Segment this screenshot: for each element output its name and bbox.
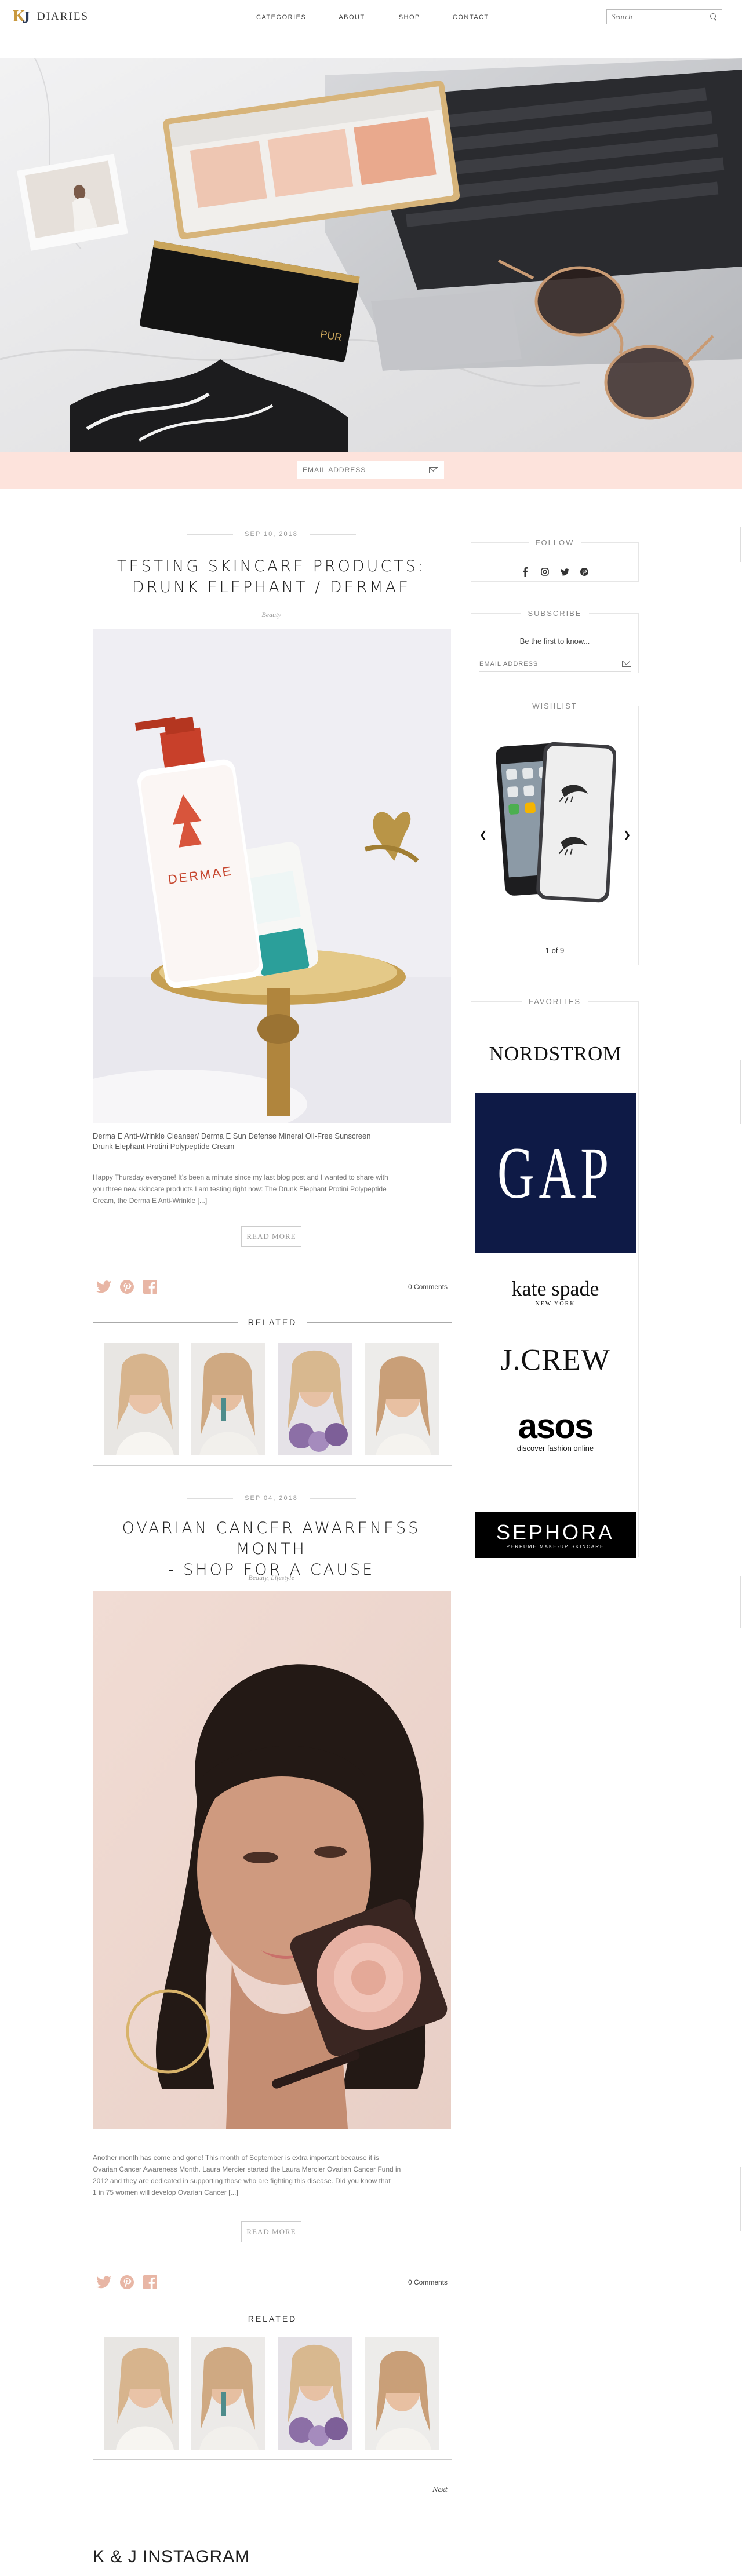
wishlist-widget: WISHLIST ❮ ❯ 1 of 9 <box>471 702 639 965</box>
nav-categories[interactable]: CATEGORIES <box>256 14 306 21</box>
favorites-widget: FAVORITES NORDSTROM GAP kate spade NEW Y… <box>471 997 639 1558</box>
related-thumb[interactable] <box>365 1343 439 1455</box>
post-image[interactable] <box>93 1591 451 2129</box>
post-date: SEP 10, 2018 <box>92 531 451 538</box>
related-thumb[interactable] <box>191 2337 265 2450</box>
comments-link[interactable]: 0 Comments <box>408 1283 448 1291</box>
scroll-marker <box>740 2167 741 2231</box>
post-category[interactable]: Beauty <box>92 611 451 619</box>
facebook-icon[interactable] <box>143 2275 158 2290</box>
related-posts <box>104 1343 452 1455</box>
gap-logo[interactable]: GAP <box>475 1093 636 1253</box>
twitter-icon[interactable] <box>96 2275 111 2290</box>
envelope-icon[interactable] <box>622 661 631 667</box>
share-buttons <box>96 1279 166 1294</box>
read-more-button[interactable]: READ MORE <box>241 2221 301 2242</box>
main-nav: CATEGORIES ABOUT SHOP CONTACT <box>256 14 489 21</box>
post-image-caption: Derma E Anti-Wrinkle Cleanser/ Derma E S… <box>93 1132 371 1151</box>
pinterest-icon[interactable] <box>119 2275 134 2290</box>
related-thumb[interactable] <box>365 2337 439 2450</box>
share-buttons <box>96 2275 166 2290</box>
site-logo[interactable]: K J DIARIES <box>13 8 89 27</box>
search-icon[interactable] <box>710 13 717 20</box>
nav-about[interactable]: ABOUT <box>339 14 365 21</box>
logo-mark: K J <box>13 8 35 27</box>
instagram-icon[interactable] <box>539 566 551 578</box>
post-title[interactable]: TESTING SKINCARE PRODUCTS: DRUNK ELEPHAN… <box>92 556 451 598</box>
logo-text: DIARIES <box>37 10 89 23</box>
search-input[interactable] <box>612 12 710 21</box>
carousel-prev-icon[interactable]: ❮ <box>479 829 487 841</box>
facebook-icon[interactable] <box>519 566 531 578</box>
post-date: SEP 04, 2018 <box>92 1495 451 1502</box>
email-signup-band <box>0 452 742 489</box>
katespade-logo[interactable]: kate spade NEW YORK <box>475 1259 636 1324</box>
site-header: K J DIARIES CATEGORIES ABOUT SHOP CONTAC… <box>0 0 742 36</box>
asos-logo[interactable]: asos discover fashion online <box>475 1402 636 1460</box>
read-more-button[interactable]: READ MORE <box>241 1226 301 1247</box>
follow-widget: FOLLOW <box>471 538 639 582</box>
post-divider <box>93 2459 452 2460</box>
sephora-logo[interactable]: SEPHORA PERFUME MAKE-UP SKINCARE <box>475 1512 636 1558</box>
pinterest-icon[interactable] <box>579 566 590 578</box>
scroll-marker <box>740 1060 741 1124</box>
carousel-counter: 1 of 9 <box>545 946 565 955</box>
subscribe-widget: SUBSCRIBE Be the first to know... <box>471 609 639 673</box>
subscribe-email-input[interactable] <box>479 660 622 667</box>
jcrew-logo[interactable]: J.CREW <box>475 1333 636 1386</box>
twitter-icon[interactable] <box>96 1279 111 1294</box>
search-box <box>606 9 722 24</box>
widget-title: FOLLOW <box>471 538 638 547</box>
related-thumb[interactable] <box>191 1343 265 1455</box>
post-divider <box>93 1465 452 1466</box>
nav-shop[interactable]: SHOP <box>399 14 420 21</box>
envelope-icon[interactable] <box>429 466 438 473</box>
next-page-link[interactable]: Next <box>432 2486 448 2495</box>
post-category[interactable]: Beauty, Lifestyle <box>92 1574 451 1582</box>
email-signup-box <box>297 461 444 479</box>
related-posts <box>104 2337 452 2450</box>
carousel-next-icon[interactable]: ❯ <box>623 829 631 841</box>
related-thumb[interactable] <box>278 2337 352 2450</box>
pinterest-icon[interactable] <box>119 1279 134 1294</box>
scroll-marker <box>740 527 741 562</box>
subscribe-text: Be the first to know... <box>519 637 590 645</box>
widget-title: SUBSCRIBE <box>471 609 638 618</box>
twitter-icon[interactable] <box>559 566 570 578</box>
social-icons <box>471 566 638 578</box>
related-thumb[interactable] <box>104 2337 179 2450</box>
related-header: RELATED <box>93 2314 453 2323</box>
subscribe-form <box>479 656 631 672</box>
post-excerpt: Happy Thursday everyone! It's been a min… <box>93 1173 388 1205</box>
hero-image: PUR <box>0 58 742 452</box>
post-excerpt: Another month has come and gone! This mo… <box>93 2154 401 2196</box>
related-thumb[interactable] <box>104 1343 179 1455</box>
widget-title: FAVORITES <box>471 997 638 1006</box>
related-thumb[interactable] <box>278 1343 352 1455</box>
nordstrom-logo[interactable]: NORDSTROM <box>475 1025 636 1083</box>
wishlist-product-image[interactable] <box>494 733 616 917</box>
instagram-section-title: K & J INSTAGRAM <box>93 2547 250 2566</box>
widget-title: WISHLIST <box>471 702 638 710</box>
post-title[interactable]: OVARIAN CANCER AWARENESS MONTH - SHOP FO… <box>92 1518 451 1581</box>
related-header: RELATED <box>93 1318 453 1327</box>
facebook-icon[interactable] <box>143 1279 158 1294</box>
scroll-marker <box>740 1576 741 1628</box>
post-image[interactable]: DERMAE <box>93 629 451 1123</box>
comments-link[interactable]: 0 Comments <box>408 2278 448 2286</box>
nav-contact[interactable]: CONTACT <box>453 14 489 21</box>
hero-email-input[interactable] <box>303 466 429 474</box>
logo-j: J <box>22 9 30 27</box>
